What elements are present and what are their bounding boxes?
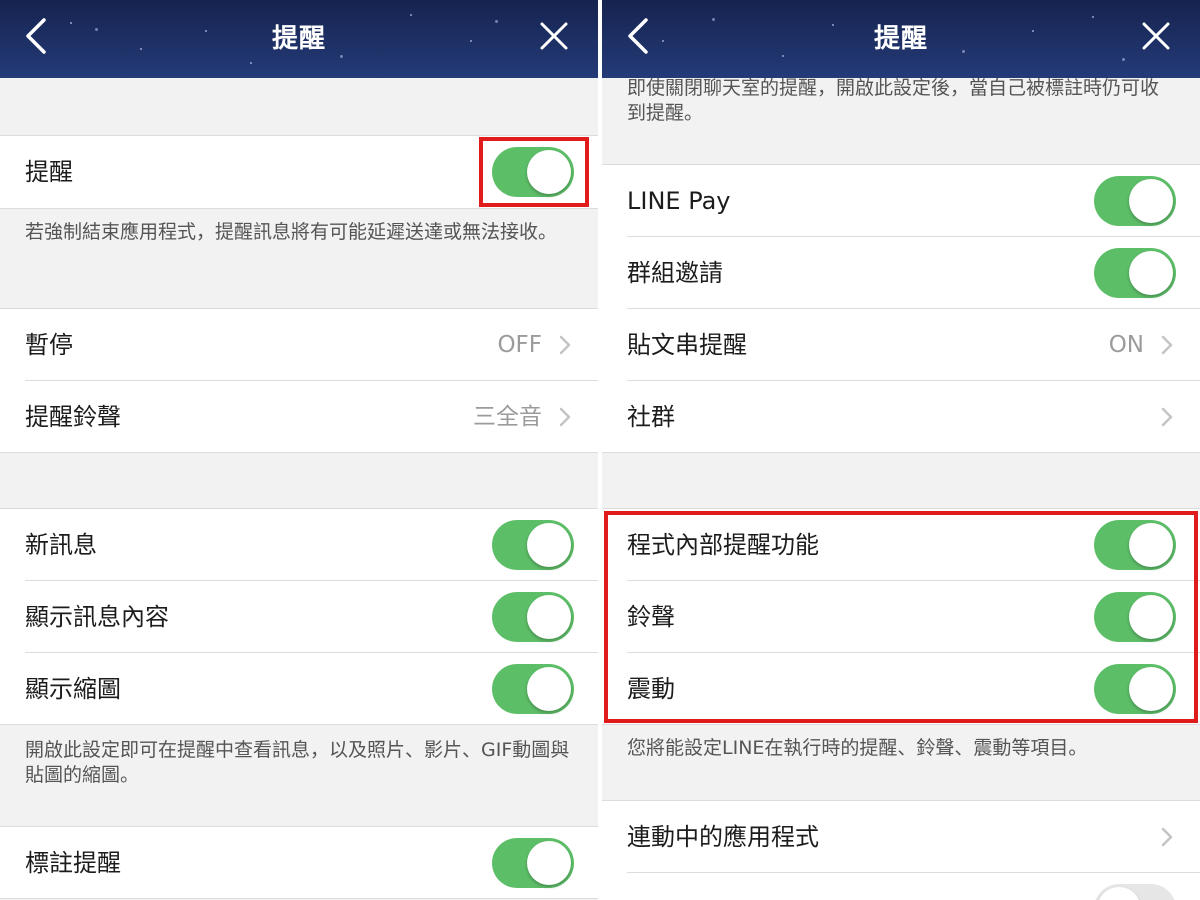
chevron-right-icon: [559, 407, 571, 427]
post-thread-label: 貼文串提醒: [627, 331, 747, 359]
pause-label: 暫停: [25, 331, 73, 359]
next-item-toggle[interactable]: [1094, 884, 1176, 900]
close-icon: [540, 22, 568, 50]
mention-label: 標註提醒: [25, 849, 121, 877]
notifications-row: 提醒: [0, 136, 598, 208]
line-pay-row: LINE Pay: [602, 165, 1200, 237]
sound-value: 三全音: [473, 404, 542, 430]
show-thumbnail-label: 顯示縮圖: [25, 675, 121, 703]
line-pay-toggle[interactable]: [1094, 176, 1176, 226]
close-button[interactable]: [536, 18, 572, 54]
community-label: 社群: [627, 403, 675, 431]
linked-apps-label: 連動中的應用程式: [627, 823, 819, 851]
close-button[interactable]: [1138, 18, 1174, 54]
sound-row[interactable]: 提醒鈴聲 三全音: [0, 381, 598, 453]
notifications-label: 提醒: [25, 158, 73, 186]
show-content-toggle[interactable]: [492, 592, 574, 642]
left-settings-screen: 提醒 提醒 若強制結束應用程式，提醒訊息將有可能延遲送達或無法接收。 暫停 OF…: [0, 0, 598, 900]
in-app-row: 程式內部提醒功能: [602, 509, 1200, 581]
notifications-note: 若強制結束應用程式，提醒訊息將有可能延遲送達或無法接收。: [25, 221, 558, 243]
chevron-right-icon: [1161, 335, 1173, 355]
show-thumbnail-row: 顯示縮圖: [0, 653, 598, 725]
post-thread-value: ON: [1108, 332, 1144, 358]
right-settings-screen: 提醒 即使關閉聊天室的提醒，開啟此設定後，當自己被標註時仍可收到提醒。 LINE…: [602, 0, 1200, 900]
group-invite-row: 群組邀請: [602, 237, 1200, 309]
vibration-toggle[interactable]: [1094, 664, 1176, 714]
group-invite-toggle[interactable]: [1094, 248, 1176, 298]
next-item-row: [602, 873, 1200, 900]
community-row[interactable]: 社群: [602, 381, 1200, 453]
in-app-toggle[interactable]: [1094, 520, 1176, 570]
new-message-toggle[interactable]: [492, 520, 574, 570]
in-app-note: 您將能設定LINE在執行時的提醒、鈴聲、震動等項目。: [627, 737, 1088, 759]
sound-label: 提醒鈴聲: [25, 403, 121, 431]
ringtone-toggle[interactable]: [1094, 592, 1176, 642]
ringtone-label: 鈴聲: [627, 603, 675, 631]
thumbnail-note: 開啟此設定即可在提醒中查看訊息，以及照片、影片、GIF動圖與貼圖的縮圖。: [25, 739, 570, 786]
linked-apps-row[interactable]: 連動中的應用程式: [602, 801, 1200, 873]
page-title: 提醒: [271, 24, 326, 54]
chevron-right-icon: [1161, 827, 1173, 847]
pause-value: OFF: [497, 332, 542, 358]
in-app-label: 程式內部提醒功能: [627, 531, 819, 559]
chevron-right-icon: [559, 335, 571, 355]
show-content-label: 顯示訊息內容: [25, 603, 169, 631]
post-thread-row[interactable]: 貼文串提醒 ON: [602, 309, 1200, 381]
notifications-toggle[interactable]: [492, 147, 574, 197]
nav-header: 提醒: [0, 0, 598, 78]
page-title: 提醒: [873, 24, 928, 54]
vibration-row: 震動: [602, 653, 1200, 725]
show-content-row: 顯示訊息內容: [0, 581, 598, 653]
group-invite-label: 群組邀請: [627, 259, 723, 287]
mention-note: 即使關閉聊天室的提醒，開啟此設定後，當自己被標註時仍可收到提醒。: [627, 77, 1160, 124]
show-thumbnail-toggle[interactable]: [492, 664, 574, 714]
pause-row[interactable]: 暫停 OFF: [0, 309, 598, 381]
new-message-row: 新訊息: [0, 509, 598, 581]
line-pay-label: LINE Pay: [627, 187, 731, 215]
new-message-label: 新訊息: [25, 531, 97, 559]
nav-header: 提醒: [602, 0, 1200, 78]
mention-toggle[interactable]: [492, 838, 574, 888]
chevron-right-icon: [1161, 407, 1173, 427]
vibration-label: 震動: [627, 675, 675, 703]
close-icon: [1142, 22, 1170, 50]
ringtone-row: 鈴聲: [602, 581, 1200, 653]
mention-row: 標註提醒: [0, 827, 598, 899]
